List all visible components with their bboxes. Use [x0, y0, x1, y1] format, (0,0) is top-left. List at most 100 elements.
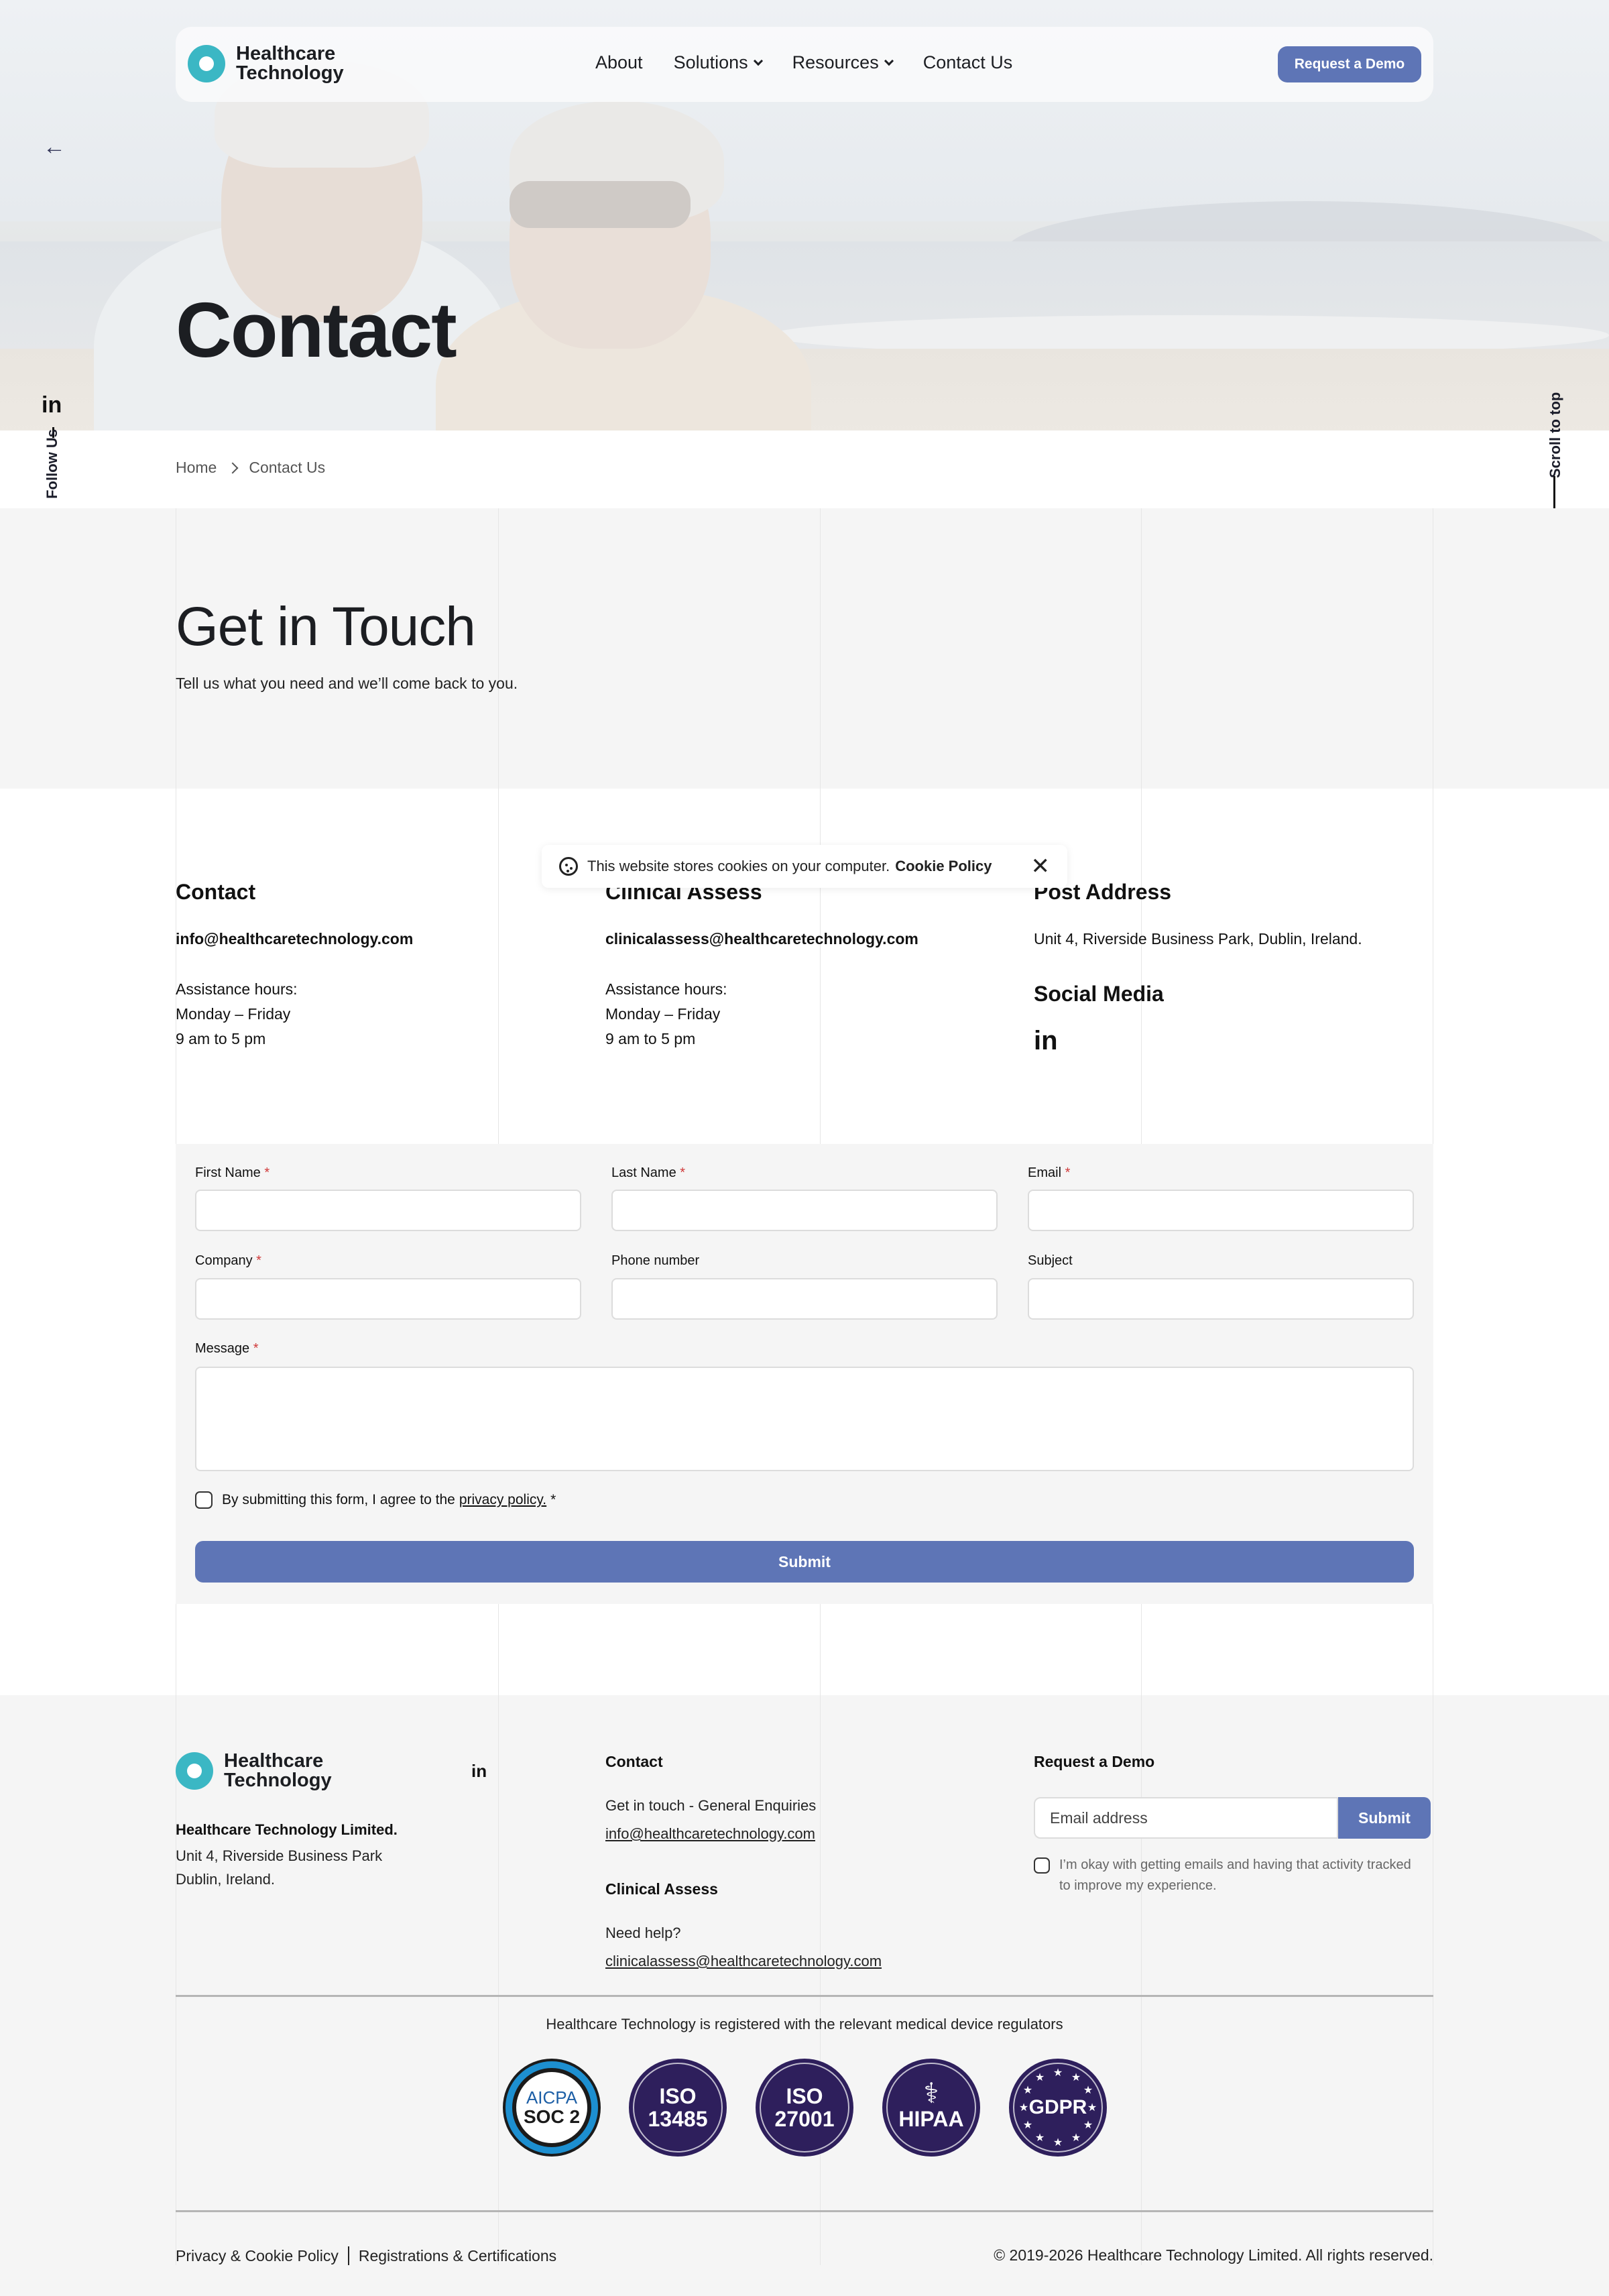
email-field[interactable] — [1028, 1190, 1414, 1231]
svg-text:★: ★ — [1035, 2071, 1045, 2083]
breadcrumb: Home Contact Us — [176, 459, 325, 477]
svg-text:★: ★ — [1023, 2118, 1032, 2131]
hours-label: Assistance hours: — [176, 980, 298, 998]
hero-sunglasses — [510, 181, 691, 228]
footer-clinical-heading: Clinical Assess — [605, 1880, 718, 1898]
request-demo-button[interactable]: Request a Demo — [1278, 46, 1421, 82]
copyright: © 2019-2026 Healthcare Technology Limite… — [994, 2246, 1433, 2264]
nav-label: Contact Us — [922, 52, 1013, 72]
footer-contact-email-link[interactable]: info@healthcaretechnology.com — [605, 1825, 815, 1843]
svg-text:★: ★ — [1053, 2136, 1063, 2148]
company-label: Company * — [195, 1253, 261, 1268]
email-label: Email * — [1028, 1165, 1071, 1180]
badge-line-2: SOC 2 — [523, 2106, 581, 2127]
cookie-icon — [559, 857, 578, 876]
svg-text:★: ★ — [1087, 2101, 1097, 2114]
email-consent-checkbox[interactable] — [1034, 1857, 1050, 1874]
footer-submit-button[interactable]: Submit — [1338, 1797, 1431, 1839]
privacy-consent: By submitting this form, I agree to the … — [195, 1491, 556, 1509]
footer-email-consent: I’m okay with getting emails and having … — [1034, 1855, 1415, 1896]
linkedin-icon[interactable]: in — [1034, 1026, 1058, 1056]
badge-line-1: HIPAA — [898, 2107, 964, 2131]
hours-time: 9 am to 5 pm — [605, 1030, 696, 1047]
logo-text: Healthcare Technology — [224, 1752, 332, 1790]
footer-contact-heading: Contact — [605, 1753, 663, 1770]
nav-item-about[interactable]: About — [595, 52, 643, 73]
linkedin-icon[interactable]: in — [42, 392, 62, 418]
contact-email-link[interactable]: info@healthcaretechnology.com — [176, 930, 413, 948]
nav-label: About — [595, 52, 643, 72]
iso-27001-badge: ISO 27001 — [756, 2059, 853, 2157]
linkedin-icon[interactable]: in — [471, 1761, 487, 1782]
message-field[interactable] — [195, 1367, 1414, 1471]
phone-field[interactable] — [611, 1278, 998, 1320]
privacy-checkbox[interactable] — [195, 1491, 213, 1509]
footer-email-input[interactable]: Email address — [1034, 1797, 1338, 1839]
logo-line-1: Healthcare — [236, 43, 336, 64]
company-field[interactable] — [195, 1278, 581, 1320]
gdpr-badge: ★ ★ ★ ★ ★ ★ ★ ★ ★ ★ ★ ★ GDPR — [1009, 2059, 1107, 2157]
iso-13485-badge: ISO 13485 — [629, 2059, 727, 2157]
top-navbar: Healthcare Technology About Solutions Re… — [176, 27, 1433, 102]
badge-line-2: 13485 — [648, 2107, 708, 2131]
first-name-field[interactable] — [195, 1190, 581, 1231]
badge-line-1: ISO — [659, 2084, 697, 2108]
subject-label: Subject — [1028, 1253, 1073, 1268]
breadcrumb-current: Contact Us — [249, 459, 326, 476]
last-name-field[interactable] — [611, 1190, 998, 1231]
soc2-badge: AICPA SOC 2 — [503, 2059, 601, 2157]
hours-days: Monday – Friday — [176, 1005, 291, 1023]
footer-clinical-email-link[interactable]: clinicalassess@healthcaretechnology.com — [605, 1953, 882, 1970]
footer-divider — [176, 1995, 1433, 1997]
phone-label: Phone number — [611, 1253, 700, 1268]
svg-text:★: ★ — [1071, 2071, 1081, 2083]
subject-field[interactable] — [1028, 1278, 1414, 1320]
contact-heading: Contact — [176, 880, 256, 904]
footer-company-name: Healthcare Technology Limited. — [176, 1821, 398, 1838]
badge-line-1: ISO — [786, 2084, 823, 2108]
privacy-policy-link[interactable]: privacy policy. — [459, 1492, 546, 1508]
clinical-email-link[interactable]: clinicalassess@healthcaretechnology.com — [605, 930, 918, 948]
svg-text:★: ★ — [1083, 2118, 1093, 2131]
get-in-touch-heading: Get in Touch — [176, 596, 476, 657]
close-icon[interactable]: ✕ — [1031, 853, 1051, 880]
svg-text:★: ★ — [1083, 2083, 1093, 2096]
svg-text:★: ★ — [1023, 2083, 1032, 2096]
svg-text:★: ★ — [1053, 2066, 1063, 2079]
social-media-heading: Social Media — [1034, 982, 1164, 1006]
nav-item-resources[interactable]: Resources — [792, 52, 894, 73]
required-mark: * — [550, 1492, 556, 1507]
svg-text:★: ★ — [1035, 2131, 1045, 2144]
logo-line-2: Technology — [224, 1770, 332, 1791]
registrations-link[interactable]: Registrations & Certifications — [359, 2247, 556, 2265]
page-title: Contact — [176, 286, 457, 374]
post-address-text: Unit 4, Riverside Business Park, Dublin,… — [1034, 930, 1362, 948]
footer-clinical-text: Need help? — [605, 1925, 681, 1941]
submit-button[interactable]: Submit — [195, 1541, 1414, 1583]
last-name-label: Last Name * — [611, 1165, 686, 1180]
message-label: Message * — [195, 1341, 259, 1356]
badge-line-1: AICPA — [526, 2087, 578, 2108]
privacy-cookie-policy-link[interactable]: Privacy & Cookie Policy — [176, 2247, 339, 2265]
hours-days: Monday – Friday — [605, 1005, 721, 1023]
back-arrow-icon[interactable]: ← — [43, 134, 66, 160]
nav-item-contact-us[interactable]: Contact Us — [923, 52, 1013, 73]
get-in-touch-subtitle: Tell us what you need and we’ll come bac… — [176, 675, 518, 692]
footer-bottom-divider — [176, 2210, 1433, 2212]
hours-label: Assistance hours: — [605, 980, 727, 998]
footer-legal-links: Privacy & Cookie Policy Registrations & … — [176, 2246, 556, 2265]
nav-label: Solutions — [673, 52, 748, 72]
regulators-text: Healthcare Technology is registered with… — [546, 2016, 1063, 2032]
nav-links: About Solutions Resources Contact Us — [595, 52, 1012, 73]
site-logo[interactable]: Healthcare Technology — [188, 44, 344, 83]
contact-form: First Name * Last Name * Email * Company… — [176, 1144, 1433, 1604]
nav-item-solutions[interactable]: Solutions — [673, 52, 763, 73]
clinical-hours: Assistance hours: Monday – Friday 9 am t… — [605, 977, 727, 1051]
breadcrumb-home[interactable]: Home — [176, 459, 217, 477]
cookie-text: This website stores cookies on your comp… — [587, 858, 890, 874]
logo-icon — [188, 45, 225, 82]
cookie-policy-link[interactable]: Cookie Policy — [895, 858, 992, 875]
hours-time: 9 am to 5 pm — [176, 1030, 266, 1047]
footer-logo[interactable]: Healthcare Technology — [176, 1752, 332, 1790]
footer-demo-heading: Request a Demo — [1034, 1753, 1155, 1770]
